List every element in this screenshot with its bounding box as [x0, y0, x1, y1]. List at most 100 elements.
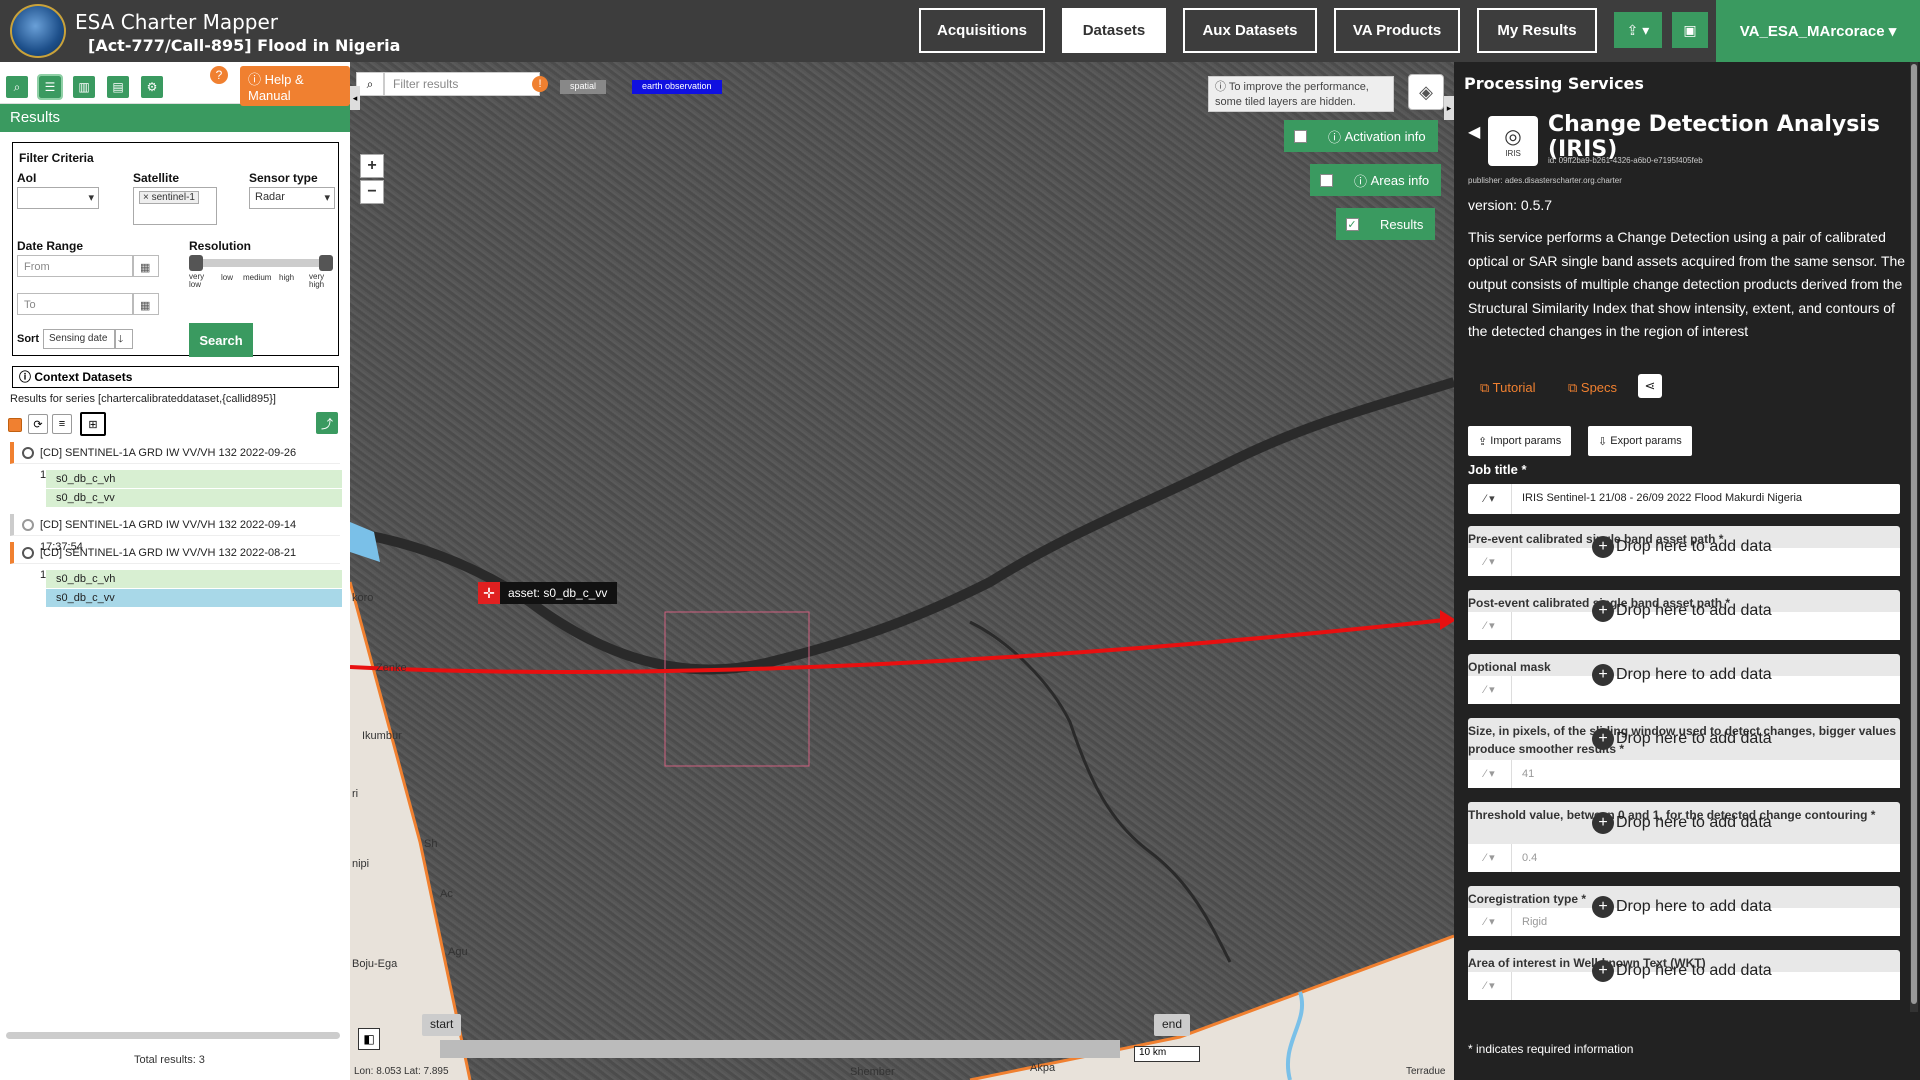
calendar-icon[interactable]: ▦ [133, 293, 159, 315]
wand-icon[interactable]: ⁄ ▾ [1468, 484, 1512, 514]
results-tab[interactable]: ☰ [37, 74, 63, 100]
date-from-input[interactable]: From [17, 255, 133, 277]
panel-scrollbar[interactable] [1910, 62, 1918, 1012]
wand-icon[interactable]: ⁄ ▾ [1468, 972, 1512, 1000]
param-input[interactable]: ⁄ ▾ 0.4 [1468, 844, 1900, 872]
basket-tab[interactable]: ▥ [73, 76, 95, 98]
timeline-toggle-icon[interactable]: ◧ [358, 1028, 380, 1050]
scrollbar-thumb[interactable] [1911, 64, 1917, 1004]
resolution-slider[interactable] [189, 255, 333, 271]
map-search-icon[interactable]: ⌕ [356, 72, 384, 96]
slider-handle-max[interactable] [319, 255, 333, 271]
briefcase-button[interactable]: ▣ [1672, 12, 1708, 48]
calendar-icon[interactable]: ▦ [133, 255, 159, 277]
help-question-icon[interactable]: ? [210, 66, 228, 84]
result-item-1[interactable]: [CD] SENTINEL-1A GRD IW VV/VH 132 2022-0… [10, 442, 340, 481]
archive-tab[interactable]: ▤ [107, 76, 129, 98]
param-threshold[interactable]: Threshold value, between 0 and 1, for th… [1468, 802, 1900, 872]
timeline-start-button[interactable]: start [422, 1014, 462, 1036]
param-input[interactable]: ⁄ ▾ 41 [1468, 760, 1900, 788]
nav-va-products[interactable]: VA Products [1334, 8, 1460, 53]
tag-spatial[interactable]: spatial [560, 80, 607, 94]
select-all-checkbox[interactable] [8, 418, 22, 432]
drop-zone[interactable]: + Drop here to add data [1592, 812, 1772, 834]
checkbox-checked[interactable]: ✓ [1345, 217, 1359, 231]
satellite-select[interactable]: × sentinel-1 [133, 187, 217, 225]
search-tab[interactable]: ⌕ [6, 76, 28, 98]
list-view-icon[interactable]: ≡ [52, 414, 72, 434]
drop-zone[interactable]: + Drop here to add data [1592, 536, 1772, 558]
export-params-button[interactable]: ⇩ Export params [1588, 426, 1692, 456]
results-toggle[interactable]: ✓ [1336, 208, 1368, 240]
wand-icon[interactable]: ⁄ ▾ [1468, 760, 1512, 788]
layers-icon[interactable]: ◈ [1408, 74, 1444, 110]
asset-item[interactable]: s0_db_c_vh [46, 470, 342, 488]
activation-info-toggle[interactable] [1284, 120, 1316, 152]
job-title-input[interactable]: ⁄ ▾ IRIS Sentinel-1 21/08 - 26/09 2022 Fl… [1468, 484, 1900, 514]
share-icon[interactable]: ⋖ [1638, 374, 1662, 398]
filter-info-icon[interactable]: ! [532, 76, 548, 92]
back-icon[interactable]: ◀ [1468, 122, 1480, 142]
zoom-in-button[interactable]: + [360, 154, 384, 178]
tutorial-link[interactable]: ⧉ Tutorial [1480, 380, 1536, 396]
zoom-out-button[interactable]: − [360, 180, 384, 204]
areas-info-button[interactable]: ⓘ Areas info [1342, 164, 1442, 196]
checkbox[interactable] [1319, 173, 1333, 187]
map-area[interactable]: ⌕ Filter results ! spatial earth observa… [350, 62, 1454, 1080]
basket-add-icon[interactable]: ⊞ [80, 412, 106, 436]
param-window-size[interactable]: Size, in pixels, of the sliding window u… [1468, 718, 1900, 788]
sort-select[interactable]: Sensing date [43, 329, 115, 349]
drop-zone[interactable]: + Drop here to add data [1592, 896, 1772, 918]
param-optional-mask[interactable]: Optional mask ⁄ ▾ + Drop here to add data [1468, 654, 1900, 704]
drop-zone[interactable]: + Drop here to add data [1592, 960, 1772, 982]
slider-handle-min[interactable] [189, 255, 203, 271]
result-item-2[interactable]: [CD] SENTINEL-1A GRD IW VV/VH 132 2022-0… [10, 514, 340, 553]
user-menu[interactable]: VA_ESA_MArcorace ▾ [1716, 0, 1920, 62]
drop-zone[interactable]: + Drop here to add data [1592, 728, 1772, 750]
aoi-select[interactable]: ▾ [17, 187, 99, 209]
drop-zone[interactable]: + Drop here to add data [1592, 600, 1772, 622]
wand-icon[interactable]: ⁄ ▾ [1468, 676, 1512, 704]
date-to-input[interactable]: To [17, 293, 133, 315]
wand-icon[interactable]: ⁄ ▾ [1468, 844, 1512, 872]
map-attribution[interactable]: Terradue [1406, 1066, 1445, 1077]
satellite-chip[interactable]: × sentinel-1 [139, 191, 199, 204]
tag-earth-observation[interactable]: earth observation [632, 80, 722, 94]
filter-results-input[interactable]: Filter results [384, 72, 540, 96]
param-post-event[interactable]: Post-event calibrated single band asset … [1468, 590, 1900, 640]
param-coregistration[interactable]: Coregistration type * ⁄ ▾ Rigid + Drop here … [1468, 886, 1900, 936]
search-button[interactable]: Search [189, 323, 253, 357]
nav-my-results[interactable]: My Results [1477, 8, 1597, 53]
wand-icon[interactable]: ⁄ ▾ [1468, 612, 1512, 640]
help-manual-button[interactable]: ⓘ Help & Manual [240, 66, 350, 106]
refresh-icon[interactable]: ⟳ [28, 414, 48, 434]
sensor-select[interactable]: Radar ▾ [249, 187, 335, 209]
horizontal-scrollbar[interactable] [6, 1032, 340, 1039]
context-datasets[interactable]: ⓘ Context Datasets [12, 366, 339, 388]
import-params-button[interactable]: ⇪ Import params [1468, 426, 1572, 456]
activation-info-button[interactable]: ⓘ Activation info [1316, 120, 1438, 152]
nav-aux-datasets[interactable]: Aux Datasets [1183, 8, 1317, 53]
timeline-slider[interactable] [440, 1040, 1120, 1058]
settings-tab[interactable]: ⚙ [141, 76, 163, 98]
nav-datasets[interactable]: Datasets [1062, 8, 1166, 53]
asset-item-selected[interactable]: s0_db_c_vv [46, 589, 342, 607]
checkbox[interactable] [1293, 129, 1307, 143]
asset-item[interactable]: s0_db_c_vh [46, 570, 342, 588]
results-layer-button[interactable]: Results [1368, 208, 1436, 240]
timeline-end-button[interactable]: end [1154, 1014, 1191, 1036]
collapse-left-icon[interactable]: ◂ [350, 86, 360, 110]
upload-menu-button[interactable]: ⇪ ▾ [1614, 12, 1662, 48]
areas-info-toggle[interactable] [1310, 164, 1342, 196]
wand-icon[interactable]: ⁄ ▾ [1468, 548, 1512, 576]
param-aoi-wkt[interactable]: Area of interest in Well-known Text (WKT… [1468, 950, 1900, 1000]
param-pre-event[interactable]: Pre-event calibrated single band asset p… [1468, 526, 1900, 576]
result-item-3[interactable]: [CD] SENTINEL-1A GRD IW VV/VH 132 2022-0… [10, 542, 340, 581]
share-icon[interactable]: ⤴ [316, 412, 338, 434]
specs-link[interactable]: ⧉ Specs [1568, 380, 1617, 396]
asset-item[interactable]: s0_db_c_vv [46, 489, 342, 507]
nav-acquisitions[interactable]: Acquisitions [919, 8, 1045, 53]
sort-direction-icon[interactable]: 🡓 [115, 329, 133, 349]
collapse-right-icon[interactable]: ▸ [1444, 96, 1454, 120]
asset-drag-label[interactable]: ✛ asset: s0_db_c_vv [478, 582, 618, 604]
